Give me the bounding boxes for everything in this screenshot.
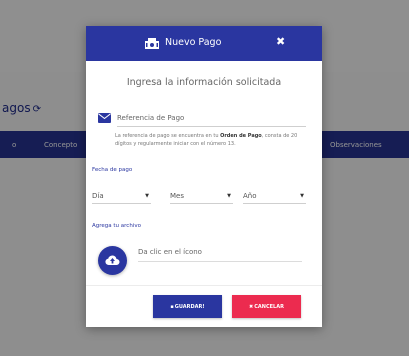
modal-header: Nuevo Pago ✖ xyxy=(86,26,322,61)
modal-subtitle: Ingresa la información solicitada xyxy=(126,77,282,88)
year-select-value: Año xyxy=(243,192,257,200)
file-hint-field[interactable]: Da clic en el ícono xyxy=(138,248,302,262)
reference-input[interactable] xyxy=(117,113,306,127)
day-select-value: Día xyxy=(92,192,104,200)
footer-divider xyxy=(86,285,322,286)
cloud-upload-icon xyxy=(105,255,120,266)
chevron-down-icon: ▼ xyxy=(300,193,304,199)
chevron-down-icon: ▼ xyxy=(145,193,149,199)
save-button[interactable]: ▪GUARDAR! xyxy=(153,295,222,318)
month-select[interactable]: Mes ▼ xyxy=(170,191,233,204)
day-select[interactable]: Día ▼ xyxy=(92,191,151,204)
reference-help-text: La referencia de pago se encuentra en tu… xyxy=(115,132,309,148)
payment-date-label: Fecha de pago xyxy=(92,167,133,173)
modal-title: Nuevo Pago xyxy=(165,37,222,48)
chevron-down-icon: ▼ xyxy=(227,193,231,199)
reference-help-bold: Orden de Pago xyxy=(220,133,262,139)
upload-button[interactable] xyxy=(98,246,127,275)
nuevo-pago-modal: Nuevo Pago ✖ Ingresa la información soli… xyxy=(86,26,322,327)
cancel-button-label: CANCELAR xyxy=(254,303,284,310)
reference-field-row xyxy=(98,113,306,127)
save-button-label: GUARDAR! xyxy=(174,303,205,310)
reference-help-before: La referencia de pago se encuentra en tu xyxy=(115,133,221,139)
close-icon[interactable]: ✖ xyxy=(276,35,285,48)
file-label: Agrega tu archivo xyxy=(92,223,141,229)
month-select-value: Mes xyxy=(170,192,184,200)
x-icon: ✖ xyxy=(249,303,254,310)
money-icon xyxy=(145,38,159,49)
cancel-button[interactable]: ✖CANCELAR xyxy=(232,295,301,318)
year-select[interactable]: Año ▼ xyxy=(243,191,306,204)
floppy-icon: ▪ xyxy=(170,303,174,310)
envelope-icon xyxy=(98,113,111,123)
